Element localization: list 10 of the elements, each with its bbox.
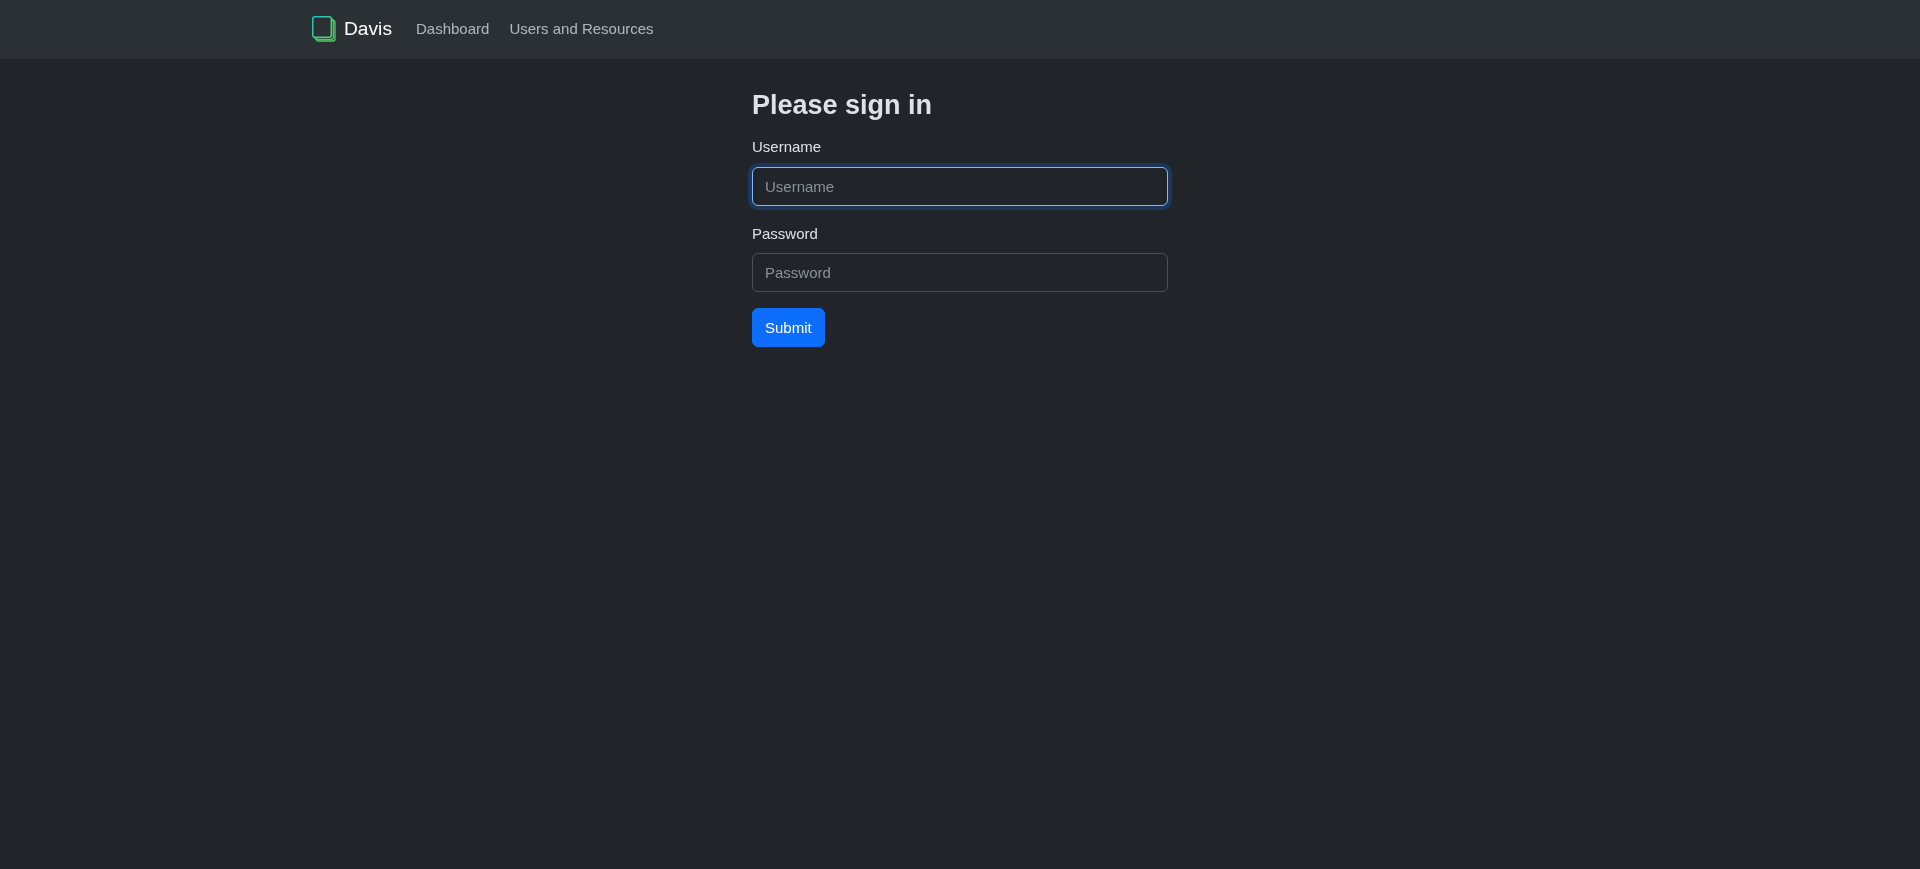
submit-button[interactable]: Submit [752, 308, 825, 348]
field-label: Username [752, 137, 822, 158]
input-field[interactable]: Username [752, 166, 1168, 206]
field-label: Password [752, 223, 818, 244]
page-heading: Please sign in [752, 89, 934, 122]
stacked-squares-logo-icon [312, 16, 336, 43]
brand-link[interactable]: Davis [312, 10, 392, 49]
nav-link[interactable]: Users and Resources [501, 10, 662, 49]
input-field[interactable]: Password [752, 253, 1168, 293]
nav-link[interactable]: Dashboard [408, 10, 498, 49]
